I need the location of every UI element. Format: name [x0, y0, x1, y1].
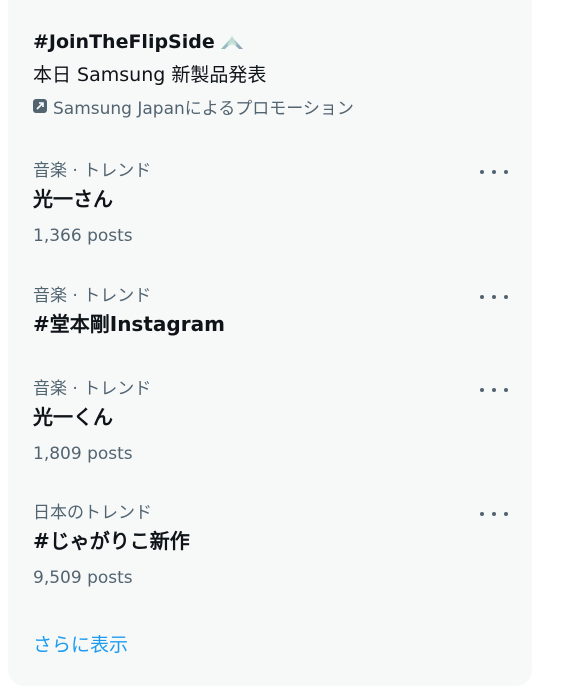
- more-options-button[interactable]: [480, 289, 508, 305]
- more-options-button[interactable]: [480, 164, 508, 180]
- more-dots-icon: [480, 295, 484, 299]
- more-dots-icon: [480, 170, 484, 174]
- more-dot: [492, 170, 496, 174]
- trend-item[interactable]: 日本のトレンド #じゃがりこ新作 9,509 posts: [33, 500, 512, 592]
- promoted-by: Samsung Japanによるプロモーション: [33, 92, 512, 120]
- trend-item[interactable]: 音楽 · トレンド #堂本剛Instagram: [33, 283, 512, 339]
- more-dot: [504, 512, 508, 516]
- trend-post-count: 1,809 posts: [33, 444, 133, 464]
- promoted-trend-tag-text: #JoinTheFlipSide: [33, 31, 215, 53]
- show-more-link[interactable]: さらに表示: [33, 630, 128, 660]
- trends-panel: #JoinTheFlipSide 本日 Samsung 新製品発表 Samsun…: [8, 0, 532, 686]
- more-dot: [492, 388, 496, 392]
- more-dots-icon: [480, 388, 484, 392]
- trend-item[interactable]: 音楽 · トレンド 光一さん 1,366 posts: [33, 158, 512, 250]
- promoted-trend[interactable]: #JoinTheFlipSide 本日 Samsung 新製品発表 Samsun…: [33, 26, 512, 120]
- trend-category: 音楽 · トレンド: [33, 161, 152, 181]
- more-options-button[interactable]: [480, 506, 508, 522]
- trend-item[interactable]: 音楽 · トレンド 光一くん 1,809 posts: [33, 376, 512, 468]
- more-dot: [492, 295, 496, 299]
- more-dot: [504, 295, 508, 299]
- trend-category: 日本のトレンド: [33, 503, 152, 523]
- promoted-arrow-icon: [33, 99, 47, 113]
- more-dot: [504, 388, 508, 392]
- trend-title: #じゃがりこ新作: [33, 529, 190, 553]
- trend-post-count: 9,509 posts: [33, 568, 133, 588]
- trend-title: 光一くん: [33, 405, 113, 429]
- promoted-trend-subtitle: 本日 Samsung 新製品発表: [33, 64, 267, 86]
- trend-title: 光一さん: [33, 187, 113, 211]
- flip-phone-icon: [220, 35, 243, 49]
- trend-category: 音楽 · トレンド: [33, 286, 152, 306]
- trend-category: 音楽 · トレンド: [33, 379, 152, 399]
- more-dot: [492, 512, 496, 516]
- trend-post-count: 1,366 posts: [33, 226, 133, 246]
- more-options-button[interactable]: [480, 382, 508, 398]
- promoted-trend-tag: #JoinTheFlipSide: [33, 26, 512, 58]
- more-dot: [504, 170, 508, 174]
- trend-title: #堂本剛Instagram: [33, 312, 225, 336]
- more-dots-icon: [480, 512, 484, 516]
- promoted-by-label: Samsung Japanによるプロモーション: [53, 98, 354, 119]
